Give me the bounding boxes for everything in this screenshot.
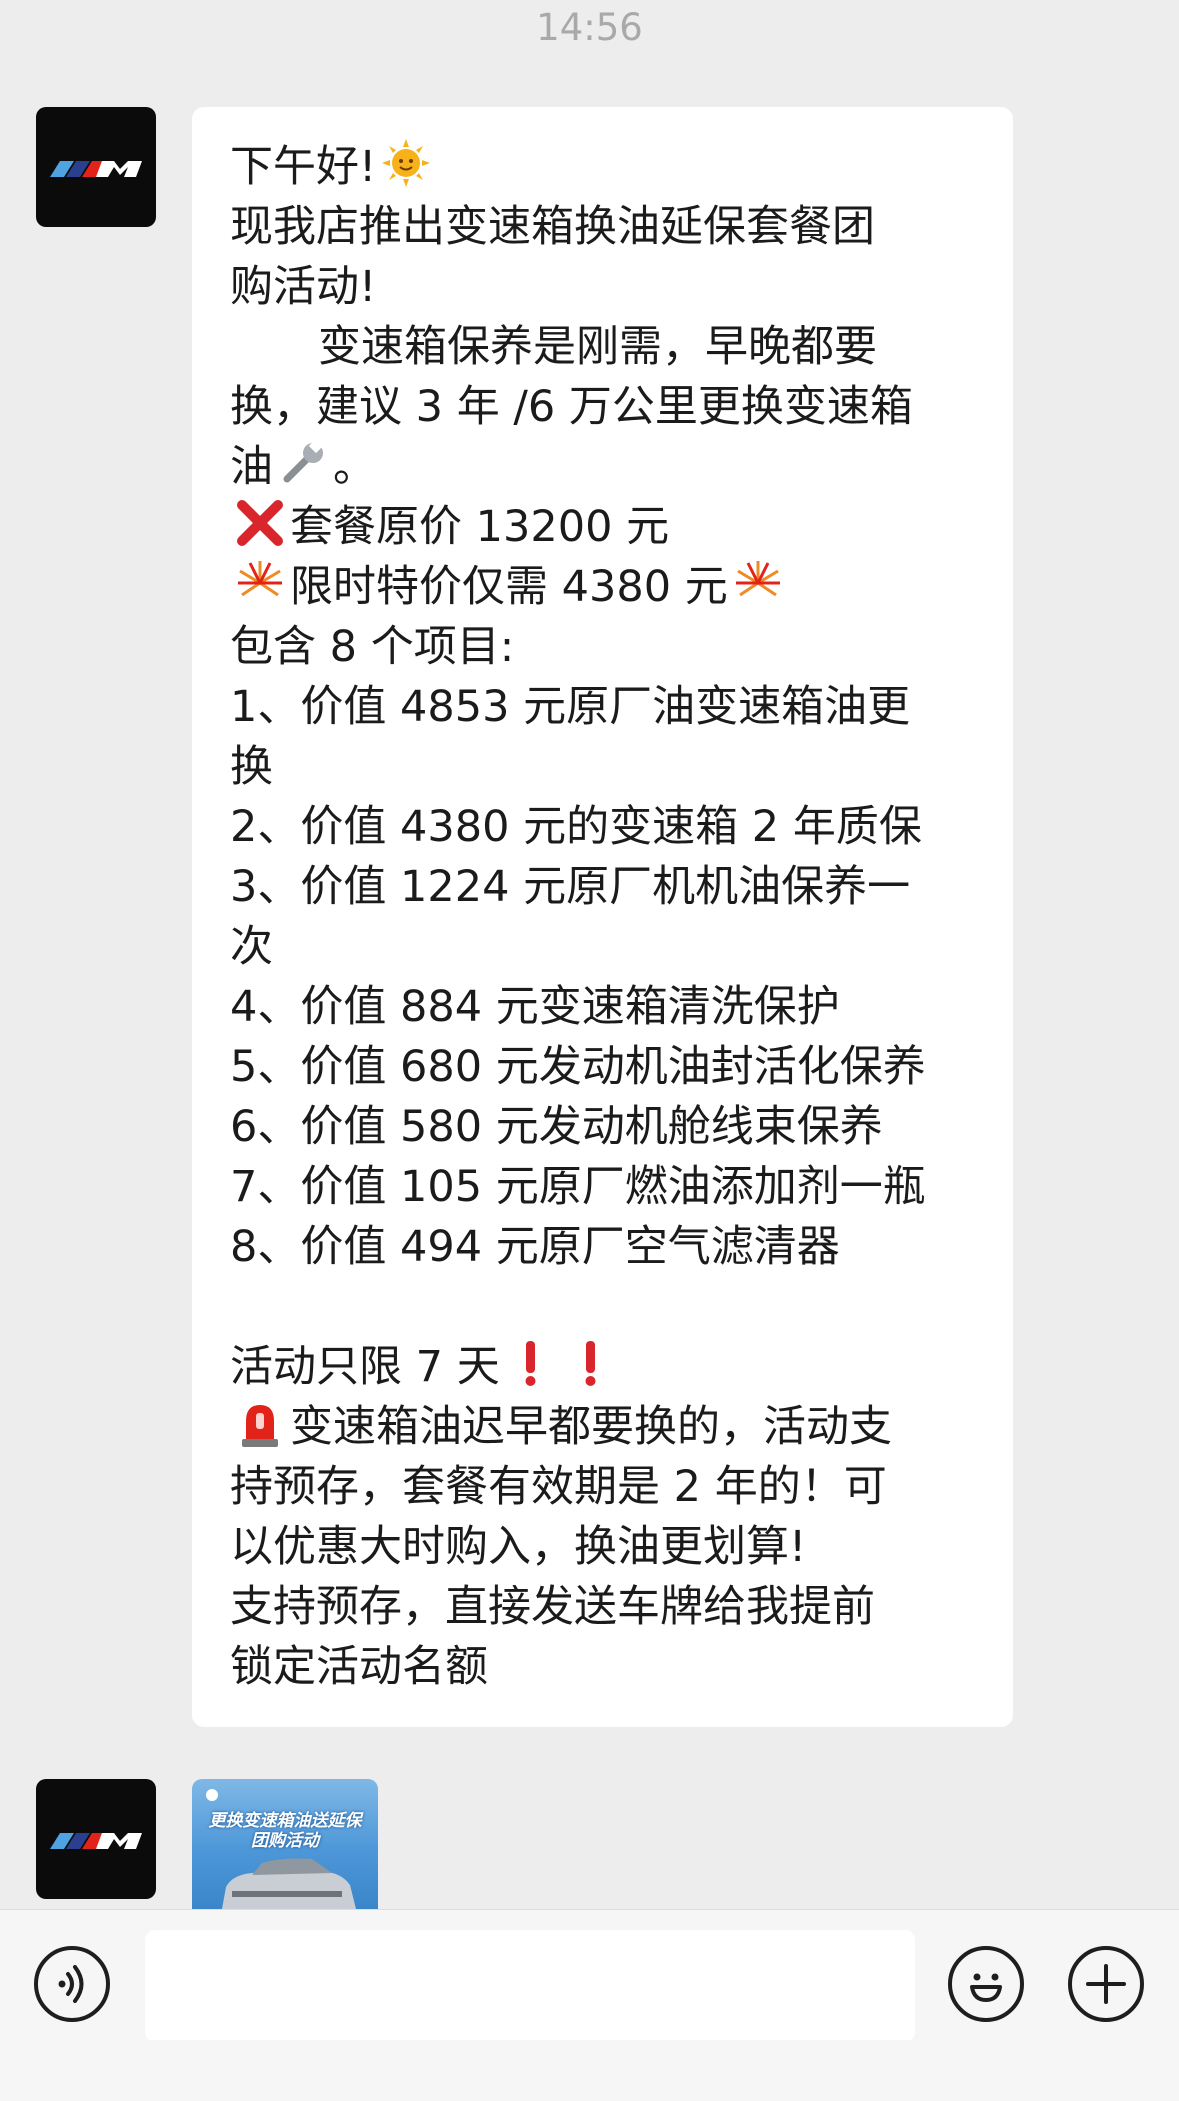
message-line: 活动只限 7 天: [230, 1337, 983, 1397]
message-line: 4、价值 884 元变速箱清洗保护: [230, 982, 840, 1032]
fireworks-emoji-icon: [735, 561, 780, 597]
message-line: 换: [230, 742, 273, 792]
message-line: 6、价值 580 元发动机舱线束保养: [230, 1102, 883, 1152]
message-line: 油。: [230, 437, 983, 497]
message-line: 变速箱保养是刚需，早晚都要: [318, 322, 877, 372]
message-input[interactable]: [145, 1930, 915, 2042]
voice-button[interactable]: [34, 1946, 110, 2022]
message-timestamp: 14:56: [536, 6, 643, 49]
message-line: 2、价值 4380 元的变速箱 2 年质保: [230, 802, 922, 852]
promo-image-message[interactable]: 更换变速箱油送延保 团购活动: [192, 1779, 378, 1909]
wrench-emoji-icon: [283, 438, 324, 483]
emoji-icon: [970, 1973, 1002, 2002]
message-line: 限时特价仅需 4380 元: [230, 557, 983, 617]
message-line: 以优惠大时购入，换油更划算!: [230, 1522, 807, 1572]
fireworks-emoji-icon: [238, 561, 282, 597]
emoji-button[interactable]: [948, 1946, 1024, 2022]
exclamation-emoji-icon: [585, 1341, 596, 1386]
cross-mark-emoji-icon: [237, 500, 283, 546]
message-line: 换，建议 3 年 /6 万公里更换变速箱: [230, 382, 913, 432]
sender-avatar[interactable]: [36, 107, 156, 227]
message-line: 变速箱油迟早都要换的，活动支: [230, 1397, 983, 1457]
message-line: 5、价值 680 元发动机油封活化保养: [230, 1042, 926, 1092]
sender-avatar[interactable]: [36, 1779, 156, 1899]
message-line: 支持预存，直接发送车牌给我提前: [230, 1582, 875, 1632]
message-line: 现我店推出变速箱换油延保套餐团: [230, 202, 875, 252]
message-line: 7、价值 105 元原厂燃油添加剂一瓶: [230, 1162, 926, 1212]
bmw-m-logo-icon: [50, 161, 142, 177]
message-line: 持预存，套餐有效期是 2 年的！可: [230, 1462, 887, 1512]
bmw-m-logo-icon: [50, 1833, 142, 1849]
home-indicator-area: [0, 2040, 1179, 2100]
sun-emoji-icon: [382, 139, 431, 187]
message-line: 套餐原价 13200 元: [230, 497, 983, 557]
message-line: 3、价值 1224 元原厂机机油保养一: [230, 862, 911, 912]
exclamation-emoji-icon: [525, 1341, 536, 1386]
message-line: 包含 8 个项目:: [230, 622, 515, 672]
message-line: 购活动!: [230, 262, 377, 312]
siren-emoji-icon: [242, 1405, 278, 1447]
more-button[interactable]: [1068, 1946, 1144, 2022]
message-line: 1、价值 4853 元原厂油变速箱油更: [230, 682, 911, 732]
message-bubble[interactable]: 下午好! 现我店推出变速箱换油延保套餐团 购活动! 变速箱保养是刚需，早晚都要 …: [192, 107, 1013, 1727]
voice-icon: [58, 1965, 84, 2003]
message-line: 下午好!: [230, 137, 983, 197]
plus-icon: [1086, 1964, 1126, 2004]
car-image-icon: [222, 1858, 356, 1909]
message-line: 8、价值 494 元原厂空气滤清器: [230, 1222, 840, 1272]
message-line: 锁定活动名额: [230, 1642, 488, 1692]
message-line: 次: [230, 922, 273, 972]
